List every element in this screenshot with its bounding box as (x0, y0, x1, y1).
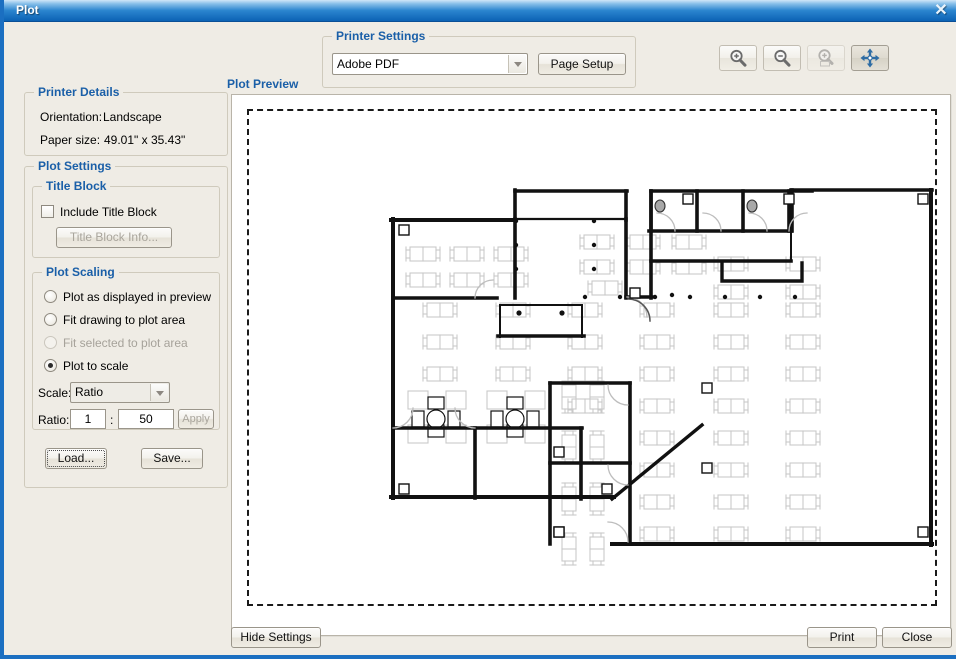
radio-fit-drawing-label: Fit drawing to plot area (63, 313, 186, 327)
dialog-client-area: Printer Settings Adobe PDF Page Setup Pl… (8, 22, 956, 655)
include-title-block-label: Include Title Block (60, 205, 157, 219)
print-button[interactable]: Print (807, 627, 877, 648)
window-title: Plot (16, 3, 39, 17)
plot-settings-legend: Plot Settings (34, 159, 116, 173)
radio-fit-drawing[interactable] (44, 313, 57, 326)
title-block-legend: Title Block (42, 179, 111, 193)
radio-fit-selected (44, 336, 57, 349)
magnifier-window-icon (818, 49, 834, 67)
plot-scaling-legend: Plot Scaling (42, 265, 119, 279)
apply-button: Apply (178, 409, 214, 429)
printer-select[interactable]: Adobe PDF (332, 53, 528, 75)
ratio-label: Ratio: (38, 413, 70, 427)
zoom-extents-button (807, 45, 845, 71)
save-label: Save... (153, 451, 191, 465)
magnifier-minus-icon (774, 49, 791, 67)
paper-size-label: Paper size: (40, 133, 101, 147)
ratio-numerator-input[interactable]: 1 (70, 409, 106, 429)
page-setup-button[interactable]: Page Setup (538, 53, 626, 75)
title-block-info-label: Title Block Info... (69, 230, 159, 244)
radio-fit-selected-label: Fit selected to plot area (63, 336, 188, 350)
ratio-separator: : (110, 413, 114, 427)
printer-select-value: Adobe PDF (337, 57, 400, 71)
zoom-out-button[interactable] (763, 45, 801, 71)
load-label: Load... (57, 451, 95, 465)
close-button[interactable]: Close (882, 627, 952, 648)
radio-plot-to-scale-label: Plot to scale (63, 359, 129, 373)
chevron-down-icon[interactable] (508, 55, 526, 73)
title-bar: Plot ✕ (4, 0, 956, 22)
title-bar-gradient (4, 0, 956, 21)
save-button[interactable]: Save... (141, 448, 203, 469)
plot-preview-pane[interactable] (231, 94, 951, 636)
scale-select-value: Ratio (75, 385, 104, 399)
orientation-label: Orientation: (40, 110, 103, 124)
apply-label: Apply (182, 413, 210, 425)
title-block-info-button: Title Block Info... (56, 227, 172, 248)
floor-plan-drawing (389, 188, 934, 566)
plot-preview-label: Plot Preview (227, 77, 299, 91)
printer-details-legend: Printer Details (34, 85, 124, 99)
zoom-in-button[interactable] (719, 45, 757, 71)
close-icon[interactable]: ✕ (930, 2, 952, 20)
plot-dialog-window: Plot ✕ Printer Settings Adobe PDF Page S… (0, 0, 956, 659)
pan-button[interactable] (851, 45, 889, 71)
hide-settings-label: Hide Settings (240, 630, 312, 644)
close-label: Close (901, 630, 933, 644)
magnifier-plus-icon (730, 49, 747, 67)
radio-plot-as-displayed[interactable] (44, 290, 57, 303)
radio-plot-as-displayed-label: Plot as displayed in preview (63, 290, 212, 304)
print-label: Print (829, 630, 855, 644)
ratio-denominator-input[interactable]: 50 (118, 409, 174, 429)
chevron-down-icon[interactable] (150, 384, 168, 401)
scale-select[interactable]: Ratio (70, 382, 170, 403)
load-button[interactable]: Load... (45, 448, 107, 469)
hide-settings-button[interactable]: Hide Settings (231, 627, 321, 648)
radio-plot-to-scale[interactable] (44, 359, 57, 372)
scale-label: Scale: (38, 386, 72, 400)
paper-size-value: 49.01" x 35.43" (104, 133, 186, 147)
pan-arrows-icon (860, 48, 880, 68)
page-setup-label: Page Setup (550, 57, 614, 71)
printer-settings-legend: Printer Settings (332, 29, 430, 43)
include-title-block-checkbox[interactable] (41, 205, 54, 218)
orientation-value: Landscape (103, 110, 162, 124)
